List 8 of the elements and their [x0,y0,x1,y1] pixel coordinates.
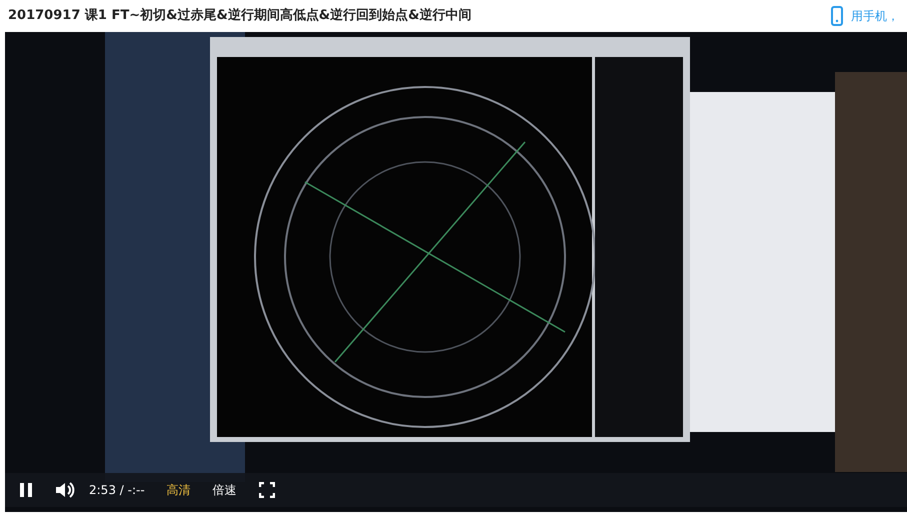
video-title: 20170917 课1 FT~初切&过赤尾&逆行期间高低点&逆行回到始点&逆行中间 [8,6,472,26]
phone-icon [831,6,843,26]
volume-button[interactable] [55,481,75,499]
speed-button[interactable]: 倍速 [212,484,237,496]
time-display: 2:53 / -:-- [89,482,145,499]
fullscreen-button[interactable] [258,482,275,498]
pause-button[interactable] [19,482,33,498]
quality-button[interactable]: 高清 [166,484,191,496]
